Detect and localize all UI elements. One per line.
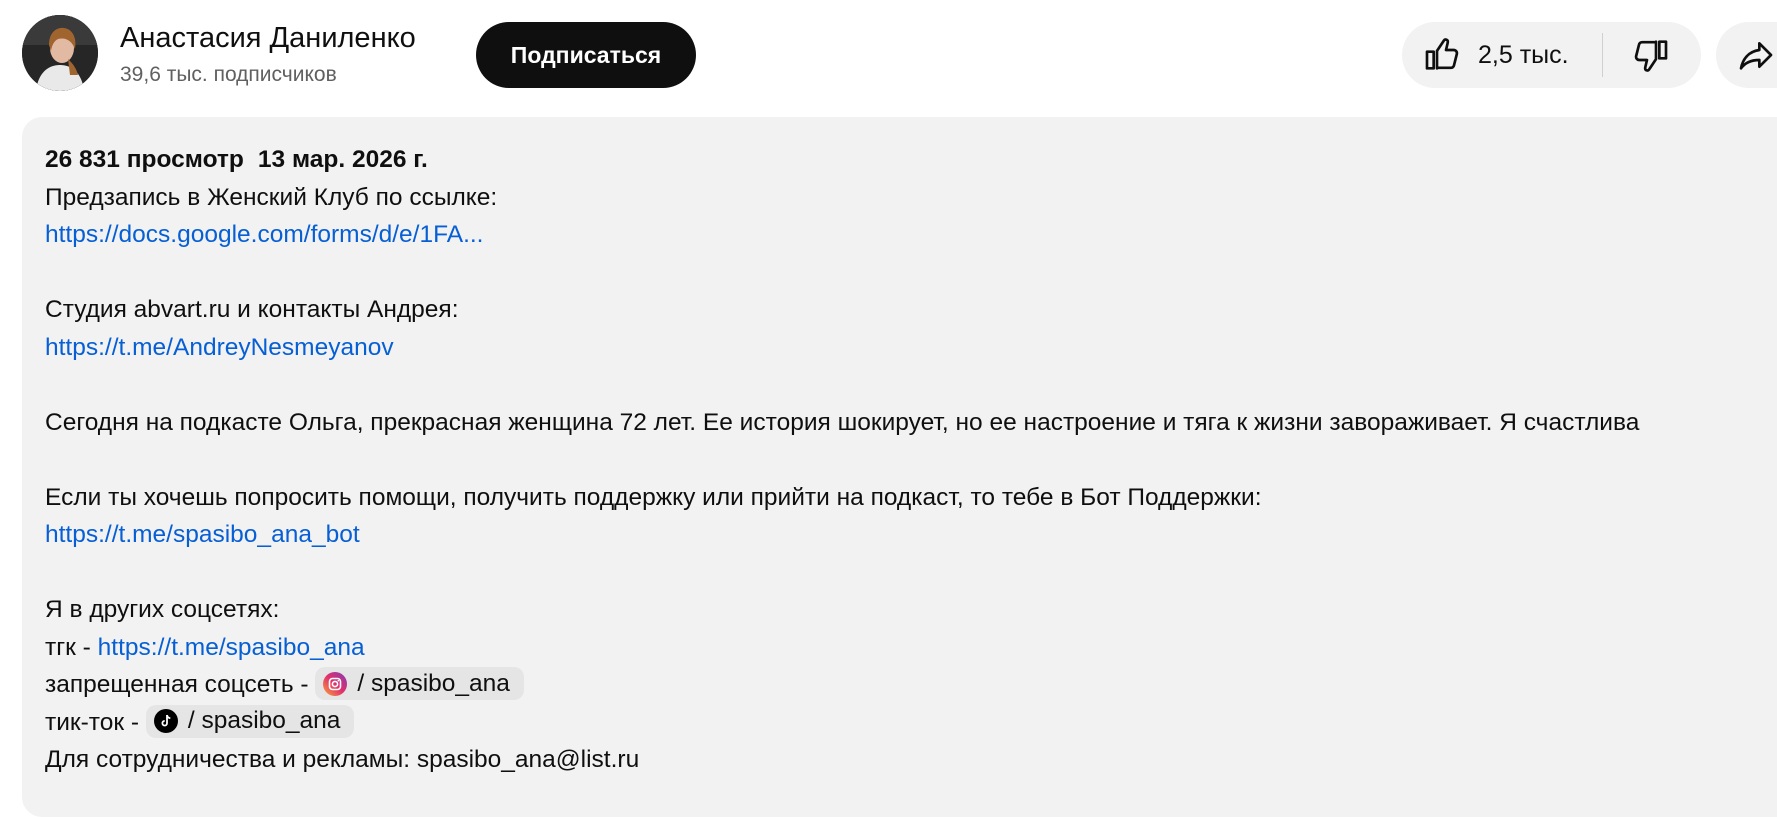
description-text: 26 831 просмотр 13 мар. 2026 г. Предзапис… [45,141,1639,779]
instagram-label: запрещенная соцсеть - [45,671,316,698]
like-dislike-group: 2,5 тыс. [1402,22,1701,88]
view-count: 26 831 просмотр [45,146,244,173]
episode-text: Сегодня на подкасте Ольга, прекрасная же… [45,408,1640,436]
help-text: Если ты хочешь попросить помощи, получит… [45,483,1262,511]
instagram-handle: / spasibo_ana [357,669,510,697]
studio-text: Студия abvart.ru и контакты Андрея: [45,296,459,323]
description-panel[interactable]: 26 831 просмотр 13 мар. 2026 г. Предзапис… [22,117,1777,817]
tiktok-line: тик-ток - / spasibo_ana [45,704,1639,742]
avatar-photo [22,15,98,91]
video-owner-bar: Анастасия Даниленко 39,6 тыс. подписчико… [0,0,1777,112]
preorder-text: Предзапись в Женский Клуб по ссылке: [45,183,498,211]
dislike-button[interactable] [1603,22,1699,88]
channel-name[interactable]: Анастасия Даниленко [120,22,416,55]
telegram-link[interactable]: https://t.me/spasibo_ana [98,634,365,661]
ads-contact: Для сотрудничества и рекламы: spasibo_an… [45,746,640,773]
studio-link[interactable]: https://t.me/AndreyNesmeyanov [45,334,394,361]
telegram-line: тгк - https://t.me/spasibo_ana [45,629,1639,667]
like-count: 2,5 тыс. [1478,40,1569,69]
share-icon [1739,42,1773,70]
tiktok-handle: / spasibo_ana [187,707,341,735]
instagram-chip[interactable]: / spasibo_ana [315,667,524,701]
like-button[interactable]: 2,5 тыс. [1402,22,1602,88]
tiktok-chip[interactable]: / spasibo_ana [145,704,355,738]
tiktok-label: тик-ток - [45,708,146,736]
thumb-up-icon [1425,38,1459,70]
preorder-link[interactable]: https://docs.google.com/forms/d/e/1FA... [45,221,484,248]
share-button[interactable] [1716,22,1777,88]
tiktok-icon [153,709,178,734]
subscribe-button[interactable]: Подписаться [476,22,696,88]
description-meta: 26 831 просмотр 13 мар. 2026 г. [45,141,1639,179]
help-link[interactable]: https://t.me/spasibo_ana_bot [45,521,360,548]
socials-heading: Я в других соцсетях: [45,596,280,623]
subscriber-count: 39,6 тыс. подписчиков [120,63,337,86]
telegram-label: тгк - [45,633,98,661]
instagram-icon [323,671,348,696]
channel-avatar[interactable] [22,15,98,91]
upload-date: 13 мар. 2026 г. [257,146,428,173]
instagram-line: запрещенная соцсеть - / spasibo_ana [45,666,1639,704]
thumb-down-icon [1634,40,1668,72]
